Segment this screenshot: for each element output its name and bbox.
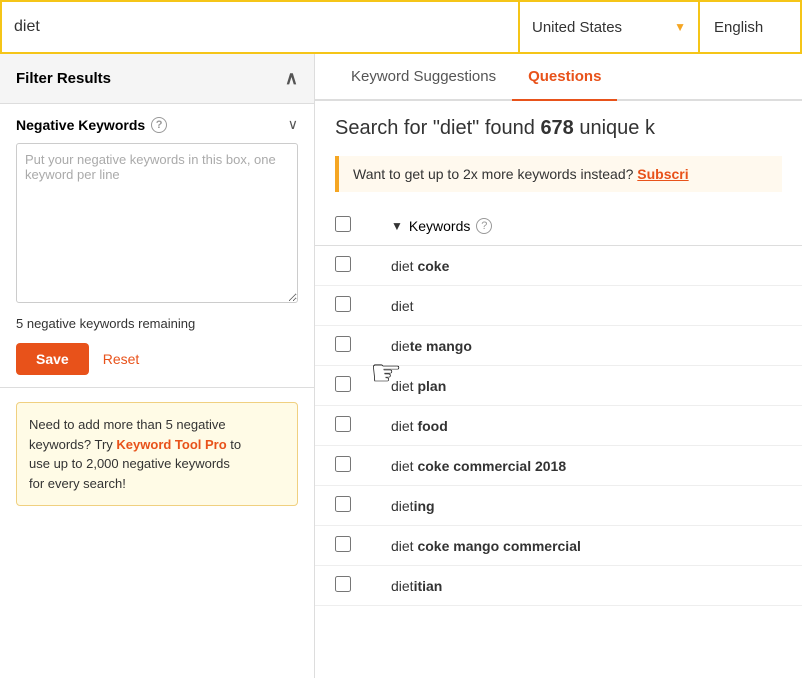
- save-button[interactable]: Save: [16, 343, 89, 375]
- reset-button[interactable]: Reset: [103, 351, 140, 367]
- keyword-cell: diet coke mango commercial: [371, 526, 802, 566]
- search-result-title: Search for "diet" found 678 unique k: [315, 101, 802, 156]
- help-icon-keywords[interactable]: ?: [476, 218, 492, 234]
- tab-keyword-suggestions[interactable]: Keyword Suggestions: [335, 54, 512, 101]
- table-row: dieting: [315, 486, 802, 526]
- select-all-checkbox[interactable]: [335, 216, 351, 232]
- country-select[interactable]: United States: [532, 19, 686, 36]
- table-row: diet food: [315, 406, 802, 446]
- main-layout: Filter Results ∧ Negative Keywords ? ∨ 5…: [0, 54, 802, 678]
- th-checkbox: [315, 206, 371, 246]
- header-bar: United States ▼ English: [0, 0, 802, 54]
- keywords-table: ▼ Keywords ? diet cokediet diete mangodi…: [315, 206, 802, 606]
- keyword-cell: diete mango: [371, 326, 802, 366]
- keyword-cell: diet plan: [371, 366, 802, 406]
- sidebar: Filter Results ∧ Negative Keywords ? ∨ 5…: [0, 54, 315, 678]
- keyword-cell: dietitian: [371, 566, 802, 606]
- filter-results-label: Filter Results: [16, 70, 111, 87]
- table-row: dietitian: [315, 566, 802, 606]
- row-checkbox[interactable]: [335, 336, 351, 352]
- keyword-cell: diet food: [371, 406, 802, 446]
- subscribe-link[interactable]: Subscri: [637, 166, 688, 182]
- row-checkbox[interactable]: [335, 576, 351, 592]
- row-checkbox[interactable]: [335, 456, 351, 472]
- help-icon[interactable]: ?: [151, 117, 167, 133]
- chevron-down-icon[interactable]: ∨: [288, 116, 298, 133]
- row-checkbox[interactable]: [335, 416, 351, 432]
- row-checkbox[interactable]: [335, 496, 351, 512]
- tab-questions[interactable]: Questions: [512, 54, 617, 101]
- keyword-cell: diet: [371, 286, 802, 326]
- table-row: diet coke mango commercial: [315, 526, 802, 566]
- content-area: Keyword Suggestions Questions Search for…: [315, 54, 802, 678]
- row-checkbox[interactable]: [335, 256, 351, 272]
- collapse-icon[interactable]: ∧: [285, 68, 298, 89]
- table-row: diet coke commercial 2018: [315, 446, 802, 486]
- action-buttons: Save Reset: [16, 343, 298, 375]
- promo-box: Need to add more than 5 negativekeywords…: [16, 402, 298, 506]
- table-row: diete mango: [315, 326, 802, 366]
- row-checkbox[interactable]: [335, 376, 351, 392]
- th-keywords: ▼ Keywords ?: [371, 206, 802, 246]
- negative-keywords-section: Negative Keywords ? ∨ 5 negative keyword…: [0, 104, 314, 388]
- sort-arrow-icon[interactable]: ▼: [391, 219, 403, 233]
- keyword-cell: diet coke commercial 2018: [371, 446, 802, 486]
- negative-keywords-header: Negative Keywords ? ∨: [16, 116, 298, 133]
- subscribe-banner: Want to get up to 2x more keywords inste…: [335, 156, 782, 192]
- language-display: English: [700, 2, 800, 52]
- remaining-text: 5 negative keywords remaining: [16, 316, 298, 331]
- keyword-tool-pro-link[interactable]: Keyword Tool Pro: [116, 437, 226, 452]
- table-row: diet plan: [315, 366, 802, 406]
- table-row: diet coke: [315, 246, 802, 286]
- search-input-wrap: [2, 2, 520, 52]
- keyword-cell: diet coke: [371, 246, 802, 286]
- row-checkbox[interactable]: [335, 296, 351, 312]
- table-row: diet: [315, 286, 802, 326]
- negative-keywords-title: Negative Keywords ?: [16, 117, 167, 133]
- filter-results-header: Filter Results ∧: [0, 54, 314, 104]
- tabs-row: Keyword Suggestions Questions: [315, 54, 802, 101]
- negative-keywords-textarea[interactable]: [16, 143, 298, 303]
- keyword-cell: dieting: [371, 486, 802, 526]
- search-input[interactable]: [14, 18, 506, 36]
- row-checkbox[interactable]: [335, 536, 351, 552]
- country-select-wrap: United States ▼: [520, 2, 700, 52]
